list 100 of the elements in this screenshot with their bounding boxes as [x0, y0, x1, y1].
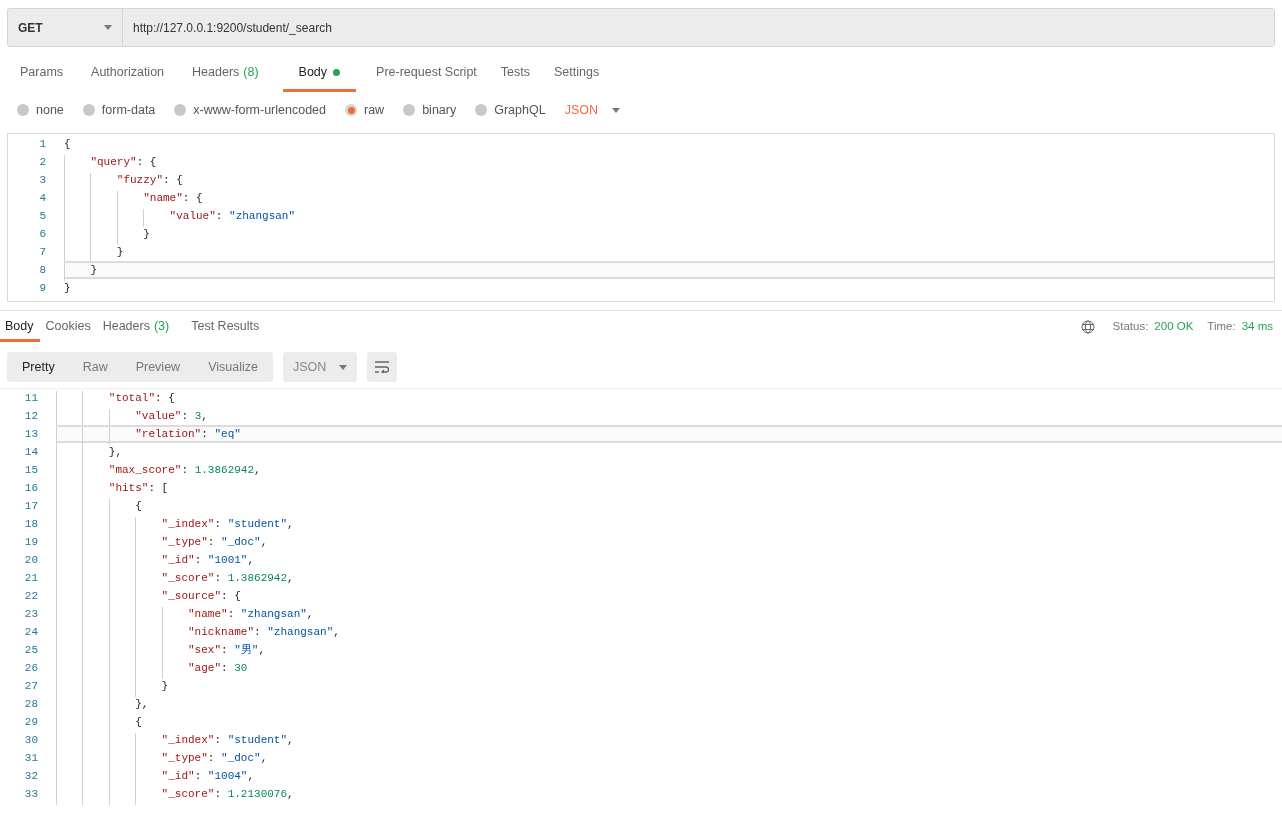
request-tab[interactable]: Body — [282, 61, 357, 92]
code-line: "max_score": 1.3862942, — [56, 461, 1282, 479]
code-line: { — [56, 713, 1282, 731]
code-line: } — [56, 677, 1282, 695]
code-line: "value": "zhangsan" — [64, 207, 1274, 225]
line-number: 21 — [23, 570, 39, 586]
body-type-radio[interactable]: raw — [345, 100, 385, 120]
code-line: "name": { — [64, 189, 1274, 207]
line-number: 29 — [23, 714, 39, 730]
line-number: 4 — [38, 190, 47, 206]
view-mode-button[interactable]: Visualize — [201, 357, 265, 377]
response-tab[interactable]: Headers (3) — [96, 311, 176, 342]
code-line: "_index": "student", — [56, 731, 1282, 749]
caret-icon — [611, 107, 620, 113]
radio-icon[interactable] — [82, 104, 95, 116]
view-mode-button[interactable]: Raw — [75, 357, 115, 377]
line-number: 11 — [23, 390, 39, 406]
line-number: 23 — [23, 606, 39, 622]
code-line: "_type": "_doc", — [56, 749, 1282, 767]
code-line: "_score": 1.3862942, — [56, 569, 1282, 587]
radio-icon[interactable] — [345, 104, 357, 116]
code-line: "age": 30 — [56, 659, 1282, 677]
line-number: 25 — [23, 642, 39, 658]
line-number: 30 — [23, 732, 39, 748]
code-line: "_score": 1.2130076, — [56, 785, 1282, 803]
body-type-radio[interactable]: GraphQL — [475, 100, 546, 120]
line-number: 7 — [38, 244, 47, 260]
status-label: Status: — [1112, 318, 1149, 334]
line-number: 12 — [23, 408, 39, 424]
format-dropdown[interactable]: JSON — [282, 352, 357, 382]
line-number: 13 — [23, 426, 39, 442]
line-number: 19 — [23, 534, 39, 550]
line-number: 15 — [23, 462, 39, 478]
status-value: 200 OK — [1154, 318, 1194, 334]
code-line: } — [64, 280, 72, 296]
line-number: 1 — [38, 136, 47, 152]
code-line: } — [64, 225, 1274, 243]
request-tab[interactable]: Authorization — [87, 61, 169, 92]
time-label: Time: — [1207, 318, 1236, 334]
header-count: (3) — [153, 317, 170, 335]
line-number: 9 — [38, 280, 47, 296]
response-tab[interactable]: Body — [0, 311, 40, 342]
body-type-radio[interactable]: x-www-form-urlencoded — [174, 100, 326, 120]
body-type-radio[interactable]: binary — [403, 100, 457, 120]
line-number: 17 — [23, 498, 39, 514]
radio-icon[interactable] — [17, 104, 29, 116]
line-number: 32 — [23, 768, 39, 784]
wrap-lines-button[interactable] — [366, 352, 397, 382]
code-line: }, — [56, 443, 1282, 461]
code-line: "nickname": "zhangsan", — [56, 623, 1282, 641]
line-number: 26 — [23, 660, 39, 676]
view-mode-button[interactable]: Pretty — [15, 357, 62, 377]
line-number: 5 — [38, 208, 47, 224]
request-tab[interactable]: Headers (8) — [188, 61, 263, 92]
request-tab[interactable]: Params — [16, 61, 68, 92]
line-number: 6 — [38, 226, 47, 242]
code-line: "name": "zhangsan", — [56, 605, 1282, 623]
caret-icon — [104, 25, 112, 30]
response-tab[interactable]: Cookies — [39, 311, 97, 342]
code-line: "sex": "男", — [56, 641, 1282, 659]
request-tab[interactable]: Pre-request Script — [372, 61, 481, 92]
time-value: 34 ms — [1241, 318, 1273, 334]
code-line: "_index": "student", — [56, 515, 1282, 533]
line-number: 24 — [23, 624, 39, 640]
line-number: 22 — [23, 588, 39, 604]
line-number: 20 — [23, 552, 39, 568]
wrap-icon — [373, 361, 390, 373]
globe-icon — [1080, 319, 1095, 334]
code-line: "query": { — [64, 153, 1274, 171]
radio-icon[interactable] — [475, 104, 488, 116]
line-number: 33 — [23, 786, 39, 802]
code-line: }, — [56, 695, 1282, 713]
line-number: 14 — [23, 444, 39, 460]
code-line: "hits": [ — [56, 479, 1282, 497]
line-number: 18 — [23, 516, 39, 532]
line-number: 28 — [23, 696, 39, 712]
response-tab[interactable]: Test Results — [185, 311, 266, 342]
line-number: 31 — [23, 750, 39, 766]
request-tab[interactable]: Settings — [550, 61, 604, 92]
code-line: "_id": "1001", — [56, 551, 1282, 569]
line-number: 8 — [38, 262, 47, 278]
body-type-radio[interactable]: form-data — [82, 100, 156, 120]
radio-icon[interactable] — [403, 104, 416, 116]
code-line: "fuzzy": { — [64, 171, 1274, 189]
line-number: 16 — [23, 480, 39, 496]
code-line: "total": { — [56, 389, 1282, 407]
code-line: "_id": "1004", — [56, 767, 1282, 785]
code-line: { — [64, 136, 72, 152]
code-line: { — [56, 497, 1282, 515]
request-tab[interactable]: Tests — [496, 61, 534, 92]
body-type-radio[interactable]: none — [17, 100, 64, 120]
radio-icon[interactable] — [174, 104, 187, 116]
code-line: "_type": "_doc", — [56, 533, 1282, 551]
line-number: 2 — [38, 154, 47, 170]
code-line: "_source": { — [56, 587, 1282, 605]
line-number: 3 — [38, 172, 47, 188]
header-count: (8) — [243, 63, 259, 81]
view-mode-button[interactable]: Preview — [128, 357, 188, 377]
caret-icon — [338, 364, 347, 370]
line-number: 27 — [23, 678, 39, 694]
